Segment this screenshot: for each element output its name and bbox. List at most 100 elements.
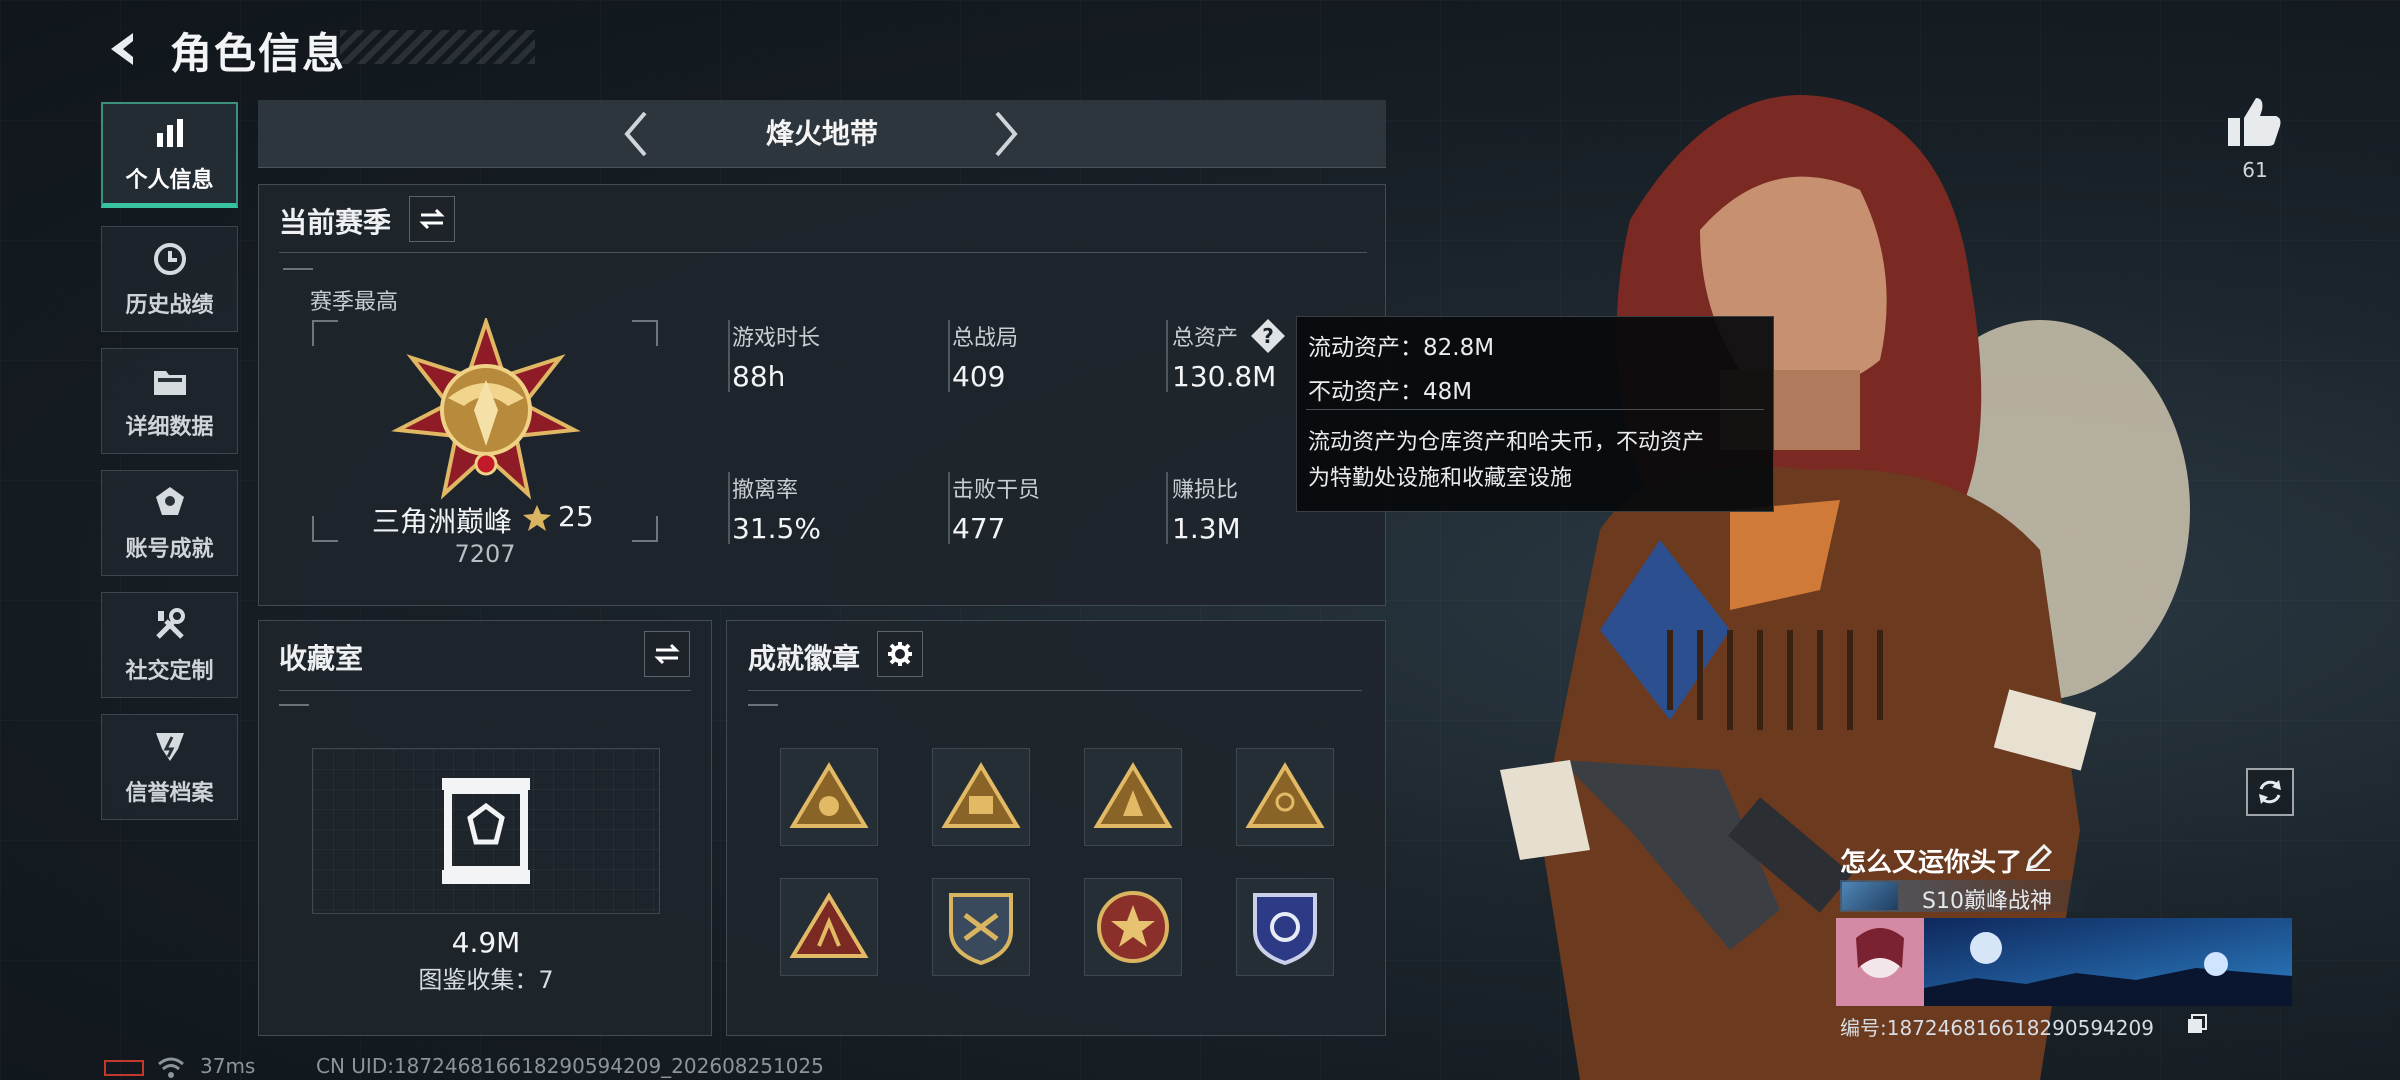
stat-divider	[1166, 472, 1168, 544]
gear-icon	[888, 642, 912, 666]
achievement-badge[interactable]	[1084, 748, 1182, 846]
tooltip-description: 流动资产为仓库资产和哈夫币，不动资产	[1308, 430, 1705, 455]
swap-icon	[419, 208, 445, 230]
season-divider	[279, 252, 1367, 253]
collection-divider	[279, 690, 691, 691]
stat-value: 1.3M	[1172, 512, 1241, 545]
sidebar-item-label: 个人信息	[125, 167, 214, 193]
triangle-badge-icon	[789, 762, 869, 828]
achievement-badge[interactable]	[780, 748, 878, 846]
footer-uid: CN UID:1872468166182905942​09_2026082510…	[316, 1054, 824, 1078]
triangle-badge-icon	[941, 762, 1021, 828]
rank-name: 三角洲巅峰	[372, 505, 513, 538]
rank-score: 7207	[454, 540, 516, 568]
season-switch-button[interactable]	[409, 196, 455, 242]
edit-icon[interactable]	[2024, 843, 2053, 876]
rank-emblem-icon	[1842, 882, 1898, 910]
copy-icon[interactable]	[2186, 1013, 2208, 1039]
tooltip-divider	[1306, 409, 1764, 410]
display-case-icon	[438, 776, 534, 890]
stat-value: 477	[952, 512, 1006, 545]
thumbs-up-icon[interactable]	[2226, 96, 2282, 152]
round-badge-icon	[1097, 891, 1169, 963]
like-count: 61	[2242, 158, 2268, 182]
stat-label: 撤离率	[732, 478, 799, 503]
stat-label: 赚损比	[1172, 478, 1239, 503]
svg-text:?: ?	[1262, 324, 1274, 348]
sidebar-item-personal-info[interactable]: 个人信息	[101, 102, 238, 208]
rank-medal-icon	[388, 315, 584, 508]
back-button[interactable]	[100, 24, 150, 74]
shield-badge-icon	[1253, 893, 1317, 966]
collection-switch-button[interactable]	[644, 631, 690, 677]
badges-divider	[748, 690, 1362, 691]
sidebar-item-label: 详细数据	[125, 415, 214, 440]
achievement-badge[interactable]	[932, 748, 1030, 846]
sidebar-item-reputation[interactable]: 信誉档案	[101, 714, 238, 820]
achievement-badge[interactable]	[780, 878, 878, 976]
tools-icon	[150, 605, 190, 645]
trophy-icon	[150, 483, 190, 523]
help-icon[interactable]: ?	[1250, 318, 1286, 358]
triangle-badge-icon	[1093, 762, 1173, 828]
history-clock-icon	[150, 239, 190, 279]
shield-icon	[150, 727, 190, 767]
shield-badge-icon	[949, 893, 1013, 966]
badges-settings-button[interactable]	[877, 631, 923, 677]
decor-tick	[279, 704, 309, 706]
achievement-badge[interactable]	[1236, 748, 1334, 846]
page-title: 角色信息	[170, 29, 347, 78]
chevron-right-icon	[995, 111, 1018, 157]
decor-tick	[748, 704, 778, 706]
rank-title: S10巅峰战神	[1922, 889, 2052, 914]
decor-tick	[283, 268, 313, 270]
rank-stars-count: 25	[558, 500, 594, 533]
player-uid: 编号:1872468166182905942​09	[1840, 1016, 2154, 1040]
profile-banner[interactable]	[1836, 918, 2292, 1006]
stat-divider	[948, 320, 950, 392]
sidebar-item-achievements[interactable]: 账号成就	[101, 470, 238, 576]
star-icon	[522, 503, 552, 537]
rotate-model-button[interactable]	[2246, 768, 2294, 816]
refresh-icon	[2259, 780, 2281, 804]
sidebar-item-label: 信誉档案	[125, 781, 214, 806]
triangle-badge-icon	[1245, 762, 1325, 828]
sidebar-item-social[interactable]: 社交定制	[101, 592, 238, 698]
swap-icon	[654, 643, 680, 665]
stat-value: 409	[952, 360, 1006, 393]
battery-icon	[104, 1060, 144, 1076]
player-name: 怎么又运你头了	[1840, 848, 2023, 878]
title-decoration	[340, 30, 535, 64]
stat-label: 击败干员	[952, 478, 1041, 503]
season-best-label: 赛季最高	[310, 290, 399, 315]
frame-corner	[312, 320, 338, 346]
achievement-badge[interactable]	[1236, 878, 1334, 976]
stat-label: 总资产	[1172, 326, 1239, 351]
bar-chart-icon	[150, 114, 190, 154]
sidebar-item-detail-data[interactable]: 详细数据	[101, 348, 238, 454]
tooltip-description: 为特勤处设施和收藏室设施	[1308, 466, 1573, 491]
atlas-count: 图鉴收集：7	[418, 966, 554, 994]
sidebar-item-label: 历史战绩	[125, 293, 214, 318]
sidebar-item-label: 账号成就	[125, 537, 214, 562]
mode-title: 烽火地带	[765, 117, 878, 150]
stat-label: 游戏时长	[732, 326, 821, 351]
stat-divider	[1166, 320, 1168, 392]
stat-value: 88h	[732, 360, 786, 393]
collection-panel-title: 收藏室	[279, 642, 364, 675]
badges-panel-title: 成就徽章	[748, 642, 861, 675]
folder-icon	[150, 361, 190, 401]
back-arrow-icon	[111, 33, 133, 65]
achievement-badge[interactable]	[932, 878, 1030, 976]
tooltip-fixed-assets: 不动资产：48M	[1308, 379, 1473, 405]
next-mode-button[interactable]	[978, 106, 1034, 162]
tooltip-liquid-assets: 流动资产：82.8M	[1308, 335, 1495, 361]
sidebar-item-history[interactable]: 历史战绩	[101, 226, 238, 332]
achievement-badge[interactable]	[1084, 878, 1182, 976]
frame-corner	[632, 320, 658, 346]
collection-value: 4.9M	[451, 926, 521, 959]
triangle-badge-icon	[789, 892, 869, 958]
ping-text: 37ms	[200, 1054, 256, 1078]
stat-divider	[728, 320, 730, 392]
stat-label: 总战局	[952, 326, 1019, 351]
